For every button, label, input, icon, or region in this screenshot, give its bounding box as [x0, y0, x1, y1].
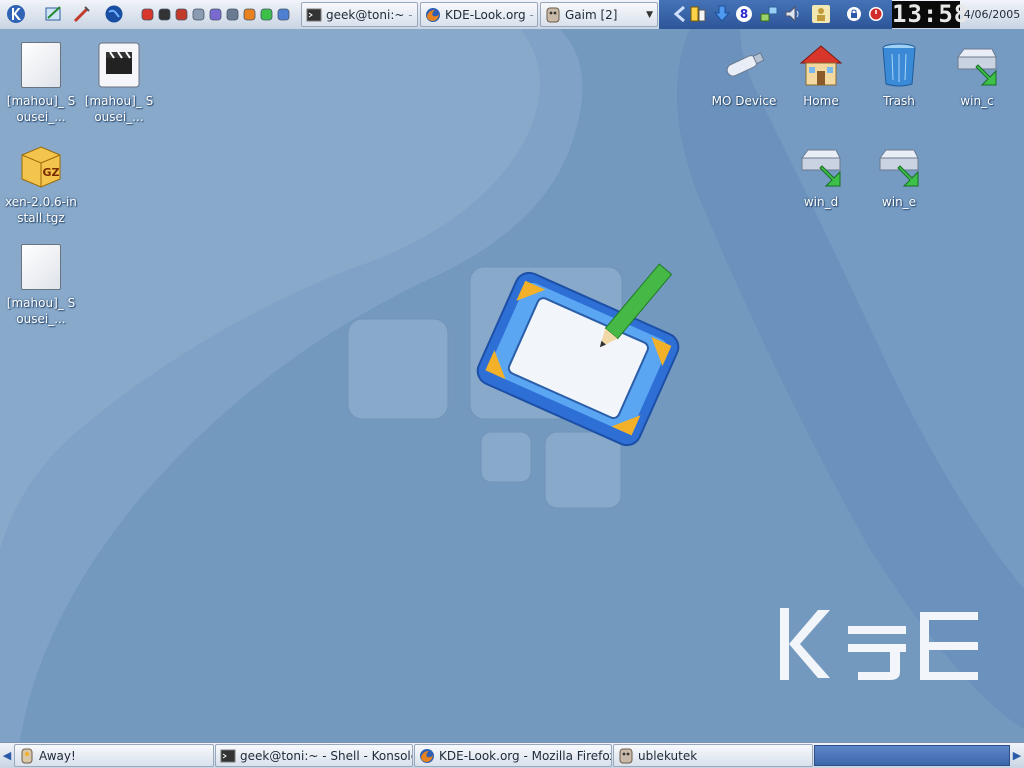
task-gaim[interactable]: Gaim [2] ▼ [540, 2, 658, 27]
desktop-icon-mo-device[interactable]: MO Device [707, 41, 781, 109]
bottom-task-away[interactable]: Away! [14, 744, 214, 767]
desktop-icon-label: [mahou]_ Sousei_... [6, 296, 76, 326]
svg-text:GZ: GZ [42, 166, 59, 179]
bottom-task-gaim[interactable]: ublekutek [613, 744, 813, 767]
desktop-pager[interactable] [814, 745, 1010, 766]
desktop-icon-label: MO Device [711, 94, 777, 108]
drive-icon [953, 41, 1001, 89]
speaker-icon[interactable] [226, 8, 239, 21]
desktop-icon-label: win_e [881, 195, 917, 209]
scroll-left-icon[interactable]: ◀ [1, 745, 13, 766]
terminal-icon[interactable] [158, 8, 171, 21]
volume-icon[interactable] [784, 5, 802, 23]
video-file-icon [95, 41, 143, 89]
task-label: geek@toni:~ [326, 7, 405, 22]
drive-icon [797, 142, 845, 190]
chat-icon[interactable] [209, 8, 222, 21]
konqueror-icon[interactable] [44, 4, 64, 24]
network-icon[interactable] [760, 5, 778, 23]
desktop-icon-label: win_d [803, 195, 839, 209]
date-label[interactable]: 4/06/2005 [960, 0, 1024, 29]
tools-icon[interactable] [175, 8, 188, 21]
desktop-icon-label: win_c [960, 94, 994, 108]
desktop-icon-archive[interactable]: GZ xen-2.0.6-install.tgz [4, 142, 78, 226]
kde-logo [780, 608, 978, 680]
bottom-panel: ◀ Away! geek@toni:~ - Shell - Konsole KD… [0, 742, 1024, 768]
browser-icon[interactable] [277, 8, 290, 21]
globe-icon[interactable] [104, 4, 124, 24]
task-label: KDE-Look.org - Mozilla Firefox [439, 748, 612, 763]
desktop-icon-trash[interactable]: Trash [862, 41, 936, 109]
network-icon[interactable] [260, 8, 273, 21]
download-icon[interactable] [713, 5, 731, 23]
scroll-right-icon[interactable]: ▶ [1011, 745, 1023, 766]
drive-icon [875, 142, 923, 190]
power-icon[interactable] [867, 5, 885, 23]
bottom-task-konsole[interactable]: geek@toni:~ - Shell - Konsole [215, 744, 413, 767]
chat-count-icon[interactable]: 8 [735, 5, 753, 23]
terminal-icon [220, 749, 236, 762]
bottom-task-firefox[interactable]: KDE-Look.org - Mozilla Firefox [414, 744, 612, 767]
mail-icon[interactable] [192, 8, 205, 21]
svg-text:8: 8 [740, 7, 748, 21]
terminal-icon [306, 8, 322, 21]
task-label: Away! [39, 748, 76, 763]
task-label: Gaim [2] [565, 7, 618, 22]
desktop-icon-win-e[interactable]: win_e [862, 142, 936, 210]
network-monitor-icon[interactable] [689, 5, 707, 23]
document-icon [17, 243, 65, 291]
gaim-away-icon [21, 748, 33, 763]
desktop-icon-label: Trash [883, 94, 915, 108]
firefox-icon [420, 748, 434, 763]
task-label: KDE-Look.org [445, 7, 526, 22]
desktop-icon-file[interactable]: [mahou]_ Sousei_... [4, 243, 78, 327]
task-firefox[interactable]: KDE-Look.org - [420, 2, 538, 27]
lock-icon[interactable] [845, 5, 863, 23]
document-icon [17, 41, 65, 89]
desktop-icon-home[interactable]: Home [784, 41, 858, 109]
task-label: ublekutek [638, 748, 698, 763]
desktop-icon-video[interactable]: [mahou]_ Sousei_... [82, 41, 156, 125]
netbeans-tools-icon[interactable] [72, 4, 92, 24]
usb-stick-icon [720, 41, 768, 89]
gaim-icon [619, 748, 633, 763]
desktop-icon-label: [mahou]_ Sousei_... [84, 94, 154, 124]
desktop-icon-file[interactable]: [mahou]_ Sousei_... [4, 41, 78, 125]
desktop-icon-label: [mahou]_ Sousei_... [6, 94, 76, 124]
archive-icon: GZ [17, 142, 65, 190]
kde-gear-icon[interactable] [6, 4, 26, 24]
task-konsole[interactable]: geek@toni:~ - S [301, 2, 418, 27]
notes-icon[interactable] [812, 5, 830, 23]
chevron-down-icon[interactable]: ▼ [646, 10, 653, 20]
desktop[interactable]: [mahou]_ Sousei_... [mahou]_ Sousei_... … [0, 29, 1024, 742]
desktop-icon-win-d[interactable]: win_d [784, 142, 858, 210]
home-icon [797, 41, 845, 89]
system-tray: 8 [659, 0, 892, 29]
desktop-icon-label: Home [803, 94, 839, 108]
top-panel: geek@toni:~ - S KDE-Look.org - Gaim [2] … [0, 0, 1024, 30]
home-folder-icon[interactable] [141, 8, 154, 21]
firefox-icon[interactable] [243, 8, 256, 21]
trash-icon [875, 41, 923, 89]
gaim-icon [546, 7, 560, 22]
desktop-icon-win-c[interactable]: win_c [940, 41, 1014, 109]
firefox-icon [426, 7, 440, 22]
task-label: geek@toni:~ - Shell - Konsole [240, 748, 413, 763]
back-arrow-icon[interactable] [671, 5, 689, 23]
clock[interactable]: 13:58 [892, 1, 968, 28]
desktop-icon-label: xen-2.0.6-install.tgz [5, 195, 77, 225]
